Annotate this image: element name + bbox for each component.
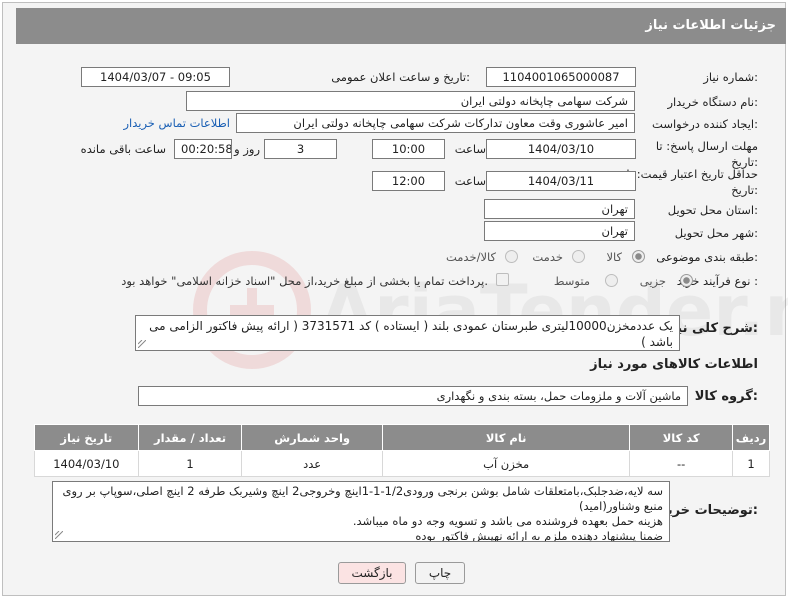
col-row-number: ردیف	[732, 424, 770, 451]
cell-quantity: 1	[137, 450, 243, 477]
panel-header: جزئیات اطلاعات نیاز	[16, 8, 786, 44]
category-radio-goods-service[interactable]	[505, 250, 518, 263]
delivery-province-field: تهران	[484, 199, 635, 219]
requester-label: ایجاد کننده درخواست:	[652, 117, 758, 131]
col-item-name: نام کالا	[381, 424, 631, 451]
process-radio-minor[interactable]	[680, 274, 693, 287]
description-text: یک عددمخزن10000لیتری طبرستان عمودی بلند …	[149, 319, 673, 349]
buyer-org-label: نام دستگاه خریدار:	[667, 95, 758, 109]
col-unit: واحد شمارش	[241, 424, 383, 451]
reply-deadline-time: 10:00	[372, 139, 445, 159]
process-radio-medium[interactable]	[605, 274, 618, 287]
goods-table-header-row: تاریخ نیاز تعداد / مقدار واحد شمارش نام …	[34, 424, 770, 451]
process-option-medium: متوسط	[553, 274, 590, 288]
col-quantity: تعداد / مقدار	[137, 424, 243, 451]
cell-row-number: 1	[732, 450, 770, 477]
price-validity-time-label: ساعت	[454, 174, 486, 188]
cell-item-name: مخزن آب	[381, 450, 631, 477]
reply-deadline-date: 1404/03/10	[486, 139, 636, 159]
cell-item-code: --	[629, 450, 733, 477]
panel-title: جزئیات اطلاعات نیاز	[645, 18, 776, 33]
goods-table: تاریخ نیاز تعداد / مقدار واحد شمارش نام …	[34, 424, 770, 477]
announce-datetime-label: تاریخ و ساعت اعلان عمومی:	[331, 70, 470, 84]
category-radio-service[interactable]	[572, 250, 585, 263]
goods-group-field: ماشین آلات و ملزومات حمل، بسته بندی و نگ…	[138, 386, 688, 406]
buyer-notes-line-1: سه لایه،ضدجلبک،بامتعلقات شامل بوشن برنجی…	[62, 484, 664, 513]
need-number-field: 1104001065000087	[486, 67, 636, 87]
buyer-org-field: شرکت سهامی چاپخانه دولتی ایران	[186, 91, 635, 111]
goods-group-label: گروه کالا:	[694, 389, 758, 404]
cell-need-date: 1404/03/10	[34, 450, 139, 477]
treasury-payment-note: پرداخت تمام یا بخشی از مبلغ خرید،از محل …	[121, 274, 488, 288]
announce-datetime-field: 1404/03/07 - 09:05	[81, 67, 230, 87]
resize-grip-icon	[55, 531, 63, 539]
delivery-city-field: تهران	[484, 221, 635, 241]
remaining-time-field: 00:20:58	[174, 139, 232, 159]
treasury-payment-checkbox[interactable]	[496, 273, 509, 286]
requester-field: امیر عاشوری وقت معاون تدارکات شرکت سهامی…	[236, 113, 635, 133]
price-validity-date: 1404/03/11	[486, 171, 636, 191]
category-option-goods-service: کالا/خدمت	[445, 250, 496, 264]
price-validity-time: 12:00	[372, 171, 445, 191]
remaining-time-label: ساعت باقی مانده	[80, 142, 166, 156]
delivery-city-label: شهر محل تحویل:	[674, 226, 758, 240]
category-option-service: خدمت	[532, 250, 563, 264]
reply-deadline-time-label: ساعت	[454, 142, 486, 156]
goods-section-title: اطلاعات کالاهای مورد نیاز	[590, 357, 758, 372]
col-need-date: تاریخ نیاز	[34, 424, 139, 451]
price-validity-label: حداقل تاریخ اعتبار قیمت: تا تاریخ:	[626, 167, 758, 197]
cell-unit: عدد	[241, 450, 383, 477]
reply-days-field: 3	[264, 139, 337, 159]
category-label: طبقه بندی موضوعی:	[656, 250, 758, 264]
category-option-goods: کالا	[606, 250, 622, 264]
category-radio-goods[interactable]	[632, 250, 645, 263]
back-button[interactable]: بازگشت	[338, 562, 406, 584]
buyer-notes-textarea[interactable]: سه لایه،ضدجلبک،بامتعلقات شامل بوشن برنجی…	[52, 481, 670, 542]
print-button[interactable]: چاپ	[415, 562, 465, 584]
resize-grip-icon	[138, 340, 146, 348]
process-option-minor: جزیی	[639, 274, 666, 288]
buyer-contact-link[interactable]: اطلاعات تماس خریدار	[123, 116, 230, 130]
need-number-label: شماره نیاز:	[703, 70, 758, 84]
reply-days-label: روز و	[234, 142, 260, 156]
table-row: 1404/03/10 1 عدد مخزن آب -- 1	[34, 450, 770, 477]
buyer-notes-line-2: هزینه حمل بعهده فروشنده می باشد و تسویه …	[352, 514, 663, 528]
col-item-code: کد کالا	[629, 424, 733, 451]
buyer-notes-line-3: ضمنا پیشنهاد دهنده ملزم به ارائه نهپیش ف…	[415, 529, 663, 542]
description-textarea[interactable]: یک عددمخزن10000لیتری طبرستان عمودی بلند …	[135, 315, 680, 351]
delivery-province-label: استان محل تحویل:	[667, 203, 758, 217]
